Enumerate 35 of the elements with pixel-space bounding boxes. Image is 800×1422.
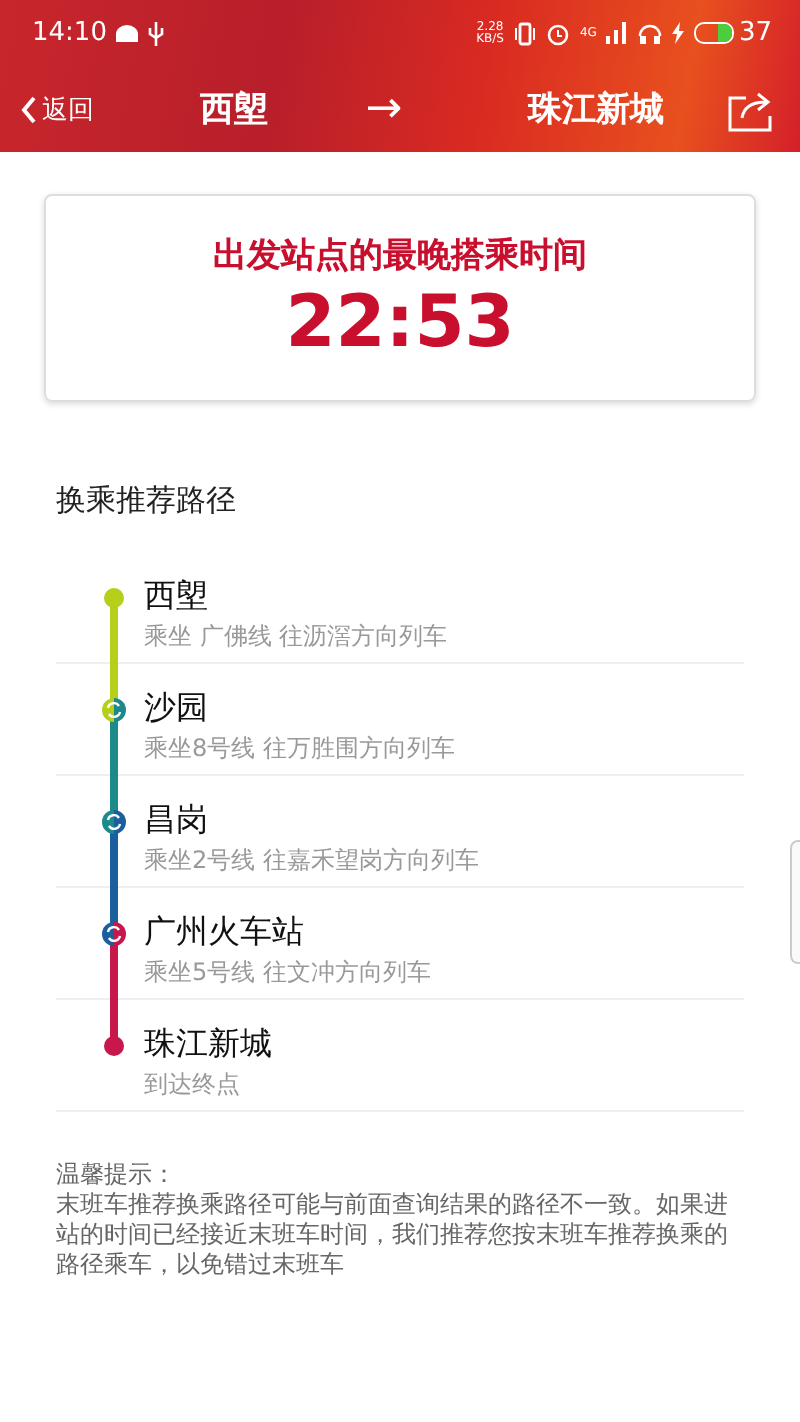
signal-icon	[606, 22, 629, 44]
direction-arrow: →	[363, 84, 405, 134]
charging-icon	[672, 22, 685, 44]
ride-instruction: 乘坐2号线 往嘉禾望岗方向列车	[144, 844, 479, 878]
station-name: 珠江新城	[144, 1022, 272, 1066]
ride-instruction: 乘坐5号线 往文冲方向列车	[144, 956, 431, 990]
last-train-time: 22:53	[285, 282, 515, 364]
station-name: 西塱	[144, 574, 210, 618]
battery-icon	[694, 22, 735, 44]
ride-instruction: 乘坐 广佛线 往沥滘方向列车	[144, 620, 448, 654]
card-title: 出发站点的最晚搭乘时间	[213, 234, 587, 278]
origin-station: 西塱	[198, 88, 270, 132]
start-dot	[104, 588, 124, 608]
end-dot	[104, 1036, 124, 1056]
battery-percent: 37	[738, 18, 772, 48]
side-handle[interactable]	[790, 840, 800, 964]
share-icon[interactable]	[728, 87, 776, 131]
back-link[interactable]: 返回	[20, 91, 164, 127]
vibrate-icon	[513, 21, 536, 45]
transfer-icon	[100, 808, 128, 836]
alarm-icon	[545, 21, 570, 45]
station-name: 沙园	[144, 686, 210, 730]
section-title: 换乘推荐路径	[56, 482, 236, 520]
note-text: 末班车推荐换乘路径可能与前面查询结果的路径不一致。如果进站的时间已经接近末班车时间，我们推荐您按末班车推荐换乘的路径乘车，以免错过末班车	[56, 1190, 730, 1280]
usb-icon	[148, 21, 165, 45]
station-name: 广州火车站	[144, 910, 306, 954]
station-name: 昌岗	[144, 798, 210, 842]
ride-instruction: 到达终点	[144, 1068, 242, 1102]
transfer-icon	[100, 920, 128, 948]
status-time: 14:10	[32, 18, 107, 48]
note-title: 温馨提示：	[56, 1160, 178, 1190]
transfer-icon	[100, 696, 128, 724]
ride-instruction: 乘坐8号线 往万胜围方向列车	[144, 732, 455, 766]
destination-station: 珠江新城	[525, 88, 666, 132]
back-chevron-icon	[20, 95, 38, 123]
